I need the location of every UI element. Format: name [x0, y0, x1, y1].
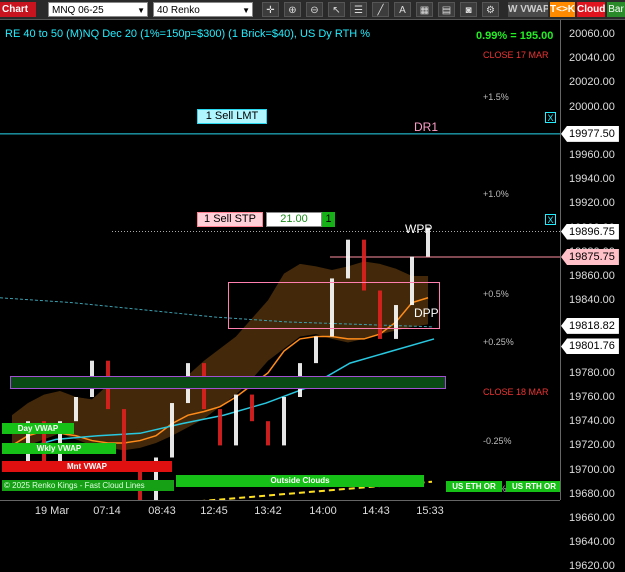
price-axis[interactable]: 20060.0020040.0020020.0020000.0019980.00…: [560, 20, 625, 572]
time-tick-label: 14:43: [362, 505, 390, 517]
w-vwap-button[interactable]: W VWAP: [508, 2, 548, 17]
time-tick-label: 07:14: [93, 505, 121, 517]
day-vwap-badge[interactable]: Day VWAP: [2, 423, 74, 434]
price-flag: 19875.75: [561, 248, 619, 265]
toolbar: Chart MNQ 06-25 ▼ 40 Renko ▼ ✛ ⊕ ⊖ ↖ ☰ ╱ A…: [0, 0, 625, 20]
price-flag: 19818.82: [561, 317, 619, 334]
copyright-label: © 2025 Renko Kings - Fast Cloud Lines: [2, 480, 174, 491]
pointer-icon[interactable]: ↖: [328, 2, 345, 17]
price-tick-label: 19620.00: [569, 560, 615, 572]
pct-plus-1-0: +1.0%: [483, 189, 509, 199]
dpp-box: [228, 282, 440, 329]
cloud-button[interactable]: Cloud: [577, 2, 605, 17]
price-tick-label: 19860.00: [569, 270, 615, 282]
renko-brick: [250, 394, 254, 422]
pct-plus-1-5: +1.5%: [483, 92, 509, 102]
time-tick-label: 08:43: [148, 505, 176, 517]
cancel-sell-limit-icon[interactable]: X: [545, 112, 556, 123]
stop-price-value: 21.00: [280, 213, 308, 225]
renko-brick: [170, 403, 174, 458]
price-tick-label: 20060.00: [569, 28, 615, 40]
stop-qty-badge[interactable]: 1: [322, 212, 335, 227]
bar-button[interactable]: Bar: [607, 2, 625, 17]
price-plot[interactable]: [0, 20, 560, 500]
time-tick-label: 15:33: [416, 505, 444, 517]
draw-line-icon[interactable]: ╱: [372, 2, 389, 17]
price-tick-label: 20000.00: [569, 100, 615, 113]
text-tool-icon[interactable]: A: [394, 2, 411, 17]
price-tick-label: 20040.00: [569, 52, 615, 65]
price-tick-label: 19840.00: [569, 294, 615, 307]
zoom-in-icon[interactable]: ⊕: [284, 2, 301, 17]
chevron-down-icon: ▼: [137, 6, 145, 15]
time-axis[interactable]: 19 Mar 07:14 08:43 12:45 13:42 14:00 14:43 15:3…: [0, 500, 560, 523]
price-flag: 19801.76: [561, 338, 619, 355]
price-tick-label: 19720.00: [569, 439, 615, 452]
wpp-label: WPP: [405, 222, 433, 236]
sell-limit-label: 1 Sell LMT: [205, 110, 259, 122]
monthly-vwap-badge[interactable]: Mnt VWAP: [2, 461, 172, 472]
price-tick-label: 19760.00: [569, 391, 615, 403]
time-tick-label: 19 Mar: [34, 505, 70, 517]
price-tick-label: 19640.00: [569, 536, 615, 549]
bar-type-select[interactable]: 40 Renko ▼: [153, 2, 253, 17]
close-18-label: CLOSE 18 MAR: [483, 387, 549, 397]
chart-panel[interactable]: RE 40 to 50 (M)NQ Dec 20 (1%=150p=$300) …: [0, 20, 562, 500]
camera-icon[interactable]: ◙: [460, 2, 477, 17]
price-tick-label: 19920.00: [569, 197, 615, 210]
price-flag: 19977.50: [561, 125, 619, 142]
chevron-down-icon: ▼: [242, 6, 250, 15]
price-flag: 19896.75: [561, 223, 619, 240]
properties-icon[interactable]: ☰: [350, 2, 367, 17]
template-icon[interactable]: ▦: [416, 2, 433, 17]
pct-plus-0-25: +0.25%: [483, 337, 514, 347]
time-tick-label: 13:42: [254, 505, 282, 517]
stop-price-input[interactable]: 21.00: [266, 212, 322, 227]
renko-brick: [266, 421, 270, 446]
range-readout: 0.99% = 195.00: [476, 30, 554, 42]
dr1-label: DR1: [414, 120, 439, 134]
close-17-label: CLOSE 17 MAR: [483, 50, 549, 60]
renko-brick: [314, 336, 318, 364]
price-tick-label: 19780.00: [569, 366, 615, 379]
time-tick-label: 14:00: [309, 505, 337, 517]
sell-limit-order[interactable]: 1 Sell LMT: [197, 109, 267, 124]
sell-stop-order[interactable]: 1 Sell STP: [197, 212, 263, 227]
support-zone: [10, 376, 446, 389]
pct-plus-0-5: +0.5%: [483, 289, 509, 299]
pct-minus-0-25: -0.25%: [483, 436, 512, 446]
instrument-value: MNQ 06-25: [52, 5, 104, 16]
renko-brick: [234, 394, 238, 446]
us-rth-or-badge[interactable]: US RTH OR: [506, 481, 562, 492]
us-eth-or-badge[interactable]: US ETH OR: [446, 481, 502, 492]
layout-icon[interactable]: ▤: [438, 2, 455, 17]
zoom-out-icon[interactable]: ⊖: [306, 2, 323, 17]
renko-brick: [282, 397, 286, 446]
chart-menu-button[interactable]: Chart: [0, 2, 36, 17]
chart-title: RE 40 to 50 (M)NQ Dec 20 (1%=150p=$300) …: [5, 28, 371, 40]
price-tick-label: 19660.00: [569, 512, 615, 524]
cancel-sell-stop-icon[interactable]: X: [545, 214, 556, 225]
renko-brick: [346, 239, 350, 279]
settings-icon[interactable]: ⚙: [482, 2, 499, 17]
renko-brick: [74, 397, 78, 422]
price-tick-label: 19740.00: [569, 415, 615, 428]
renko-brick: [218, 409, 222, 446]
weekly-vwap-badge[interactable]: Wkly VWAP: [2, 443, 116, 454]
price-tick-label: 19700.00: [569, 463, 615, 476]
price-tick-label: 19680.00: [569, 487, 615, 500]
instrument-select[interactable]: MNQ 06-25 ▼: [48, 2, 148, 17]
stop-qty-value: 1: [325, 213, 332, 225]
time-tick-label: 12:45: [200, 505, 228, 517]
price-tick-label: 19940.00: [569, 173, 615, 186]
price-tick-label: 20020.00: [569, 76, 615, 89]
crosshair-icon[interactable]: ✛: [262, 2, 279, 17]
sell-stop-label: 1 Sell STP: [204, 213, 256, 225]
tk-button[interactable]: T<>K: [550, 2, 575, 17]
price-tick-label: 19960.00: [569, 149, 615, 161]
outside-clouds-badge[interactable]: Outside Clouds: [176, 475, 424, 487]
bar-type-value: 40 Renko: [157, 5, 200, 16]
